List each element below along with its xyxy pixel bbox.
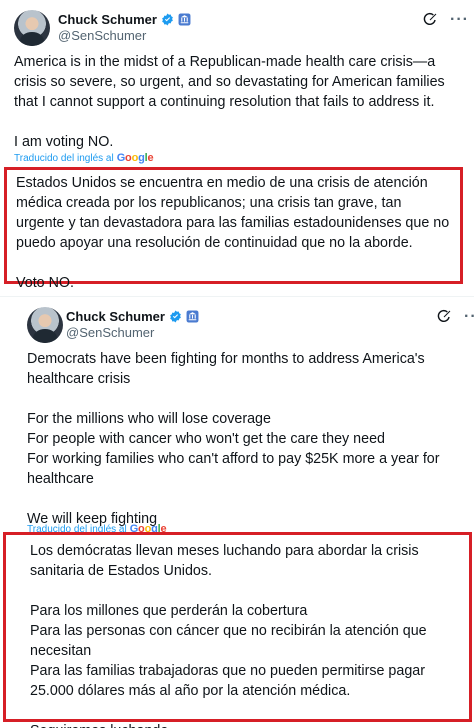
translation-highlight-box: Estados Unidos se encuentra en medio de … [4, 167, 463, 291]
avatar[interactable] [27, 307, 63, 343]
tweet-actions: ··· [436, 309, 474, 325]
grok-icon[interactable] [436, 309, 452, 325]
author-name[interactable]: Chuck Schumer [66, 309, 165, 324]
government-badge-icon [186, 310, 199, 323]
author-name[interactable]: Chuck Schumer [58, 12, 157, 27]
government-badge-icon [178, 13, 191, 26]
verified-badge-icon [170, 310, 181, 323]
tweet-text: Democrats have been fighting for months … [27, 351, 440, 527]
google-logo: Google [116, 152, 154, 164]
tweet-actions: ··· [422, 12, 469, 28]
more-options-icon[interactable]: ··· [450, 12, 469, 28]
author-row: Chuck Schumer [66, 309, 199, 324]
grok-icon[interactable] [422, 12, 438, 28]
avatar[interactable] [14, 10, 50, 46]
tweet-1: Chuck Schumer @SenSchumer ··· America is… [0, 0, 474, 291]
translation-text: Los demócratas llevan meses luchando par… [30, 543, 427, 728]
author-handle[interactable]: @SenSchumer [66, 325, 154, 340]
translated-by-label[interactable]: Traducido del inglés al Google [14, 152, 154, 164]
translation-text: Estados Unidos se encuentra en medio de … [16, 175, 450, 291]
translated-label-text: Traducido del inglés al [14, 152, 114, 164]
tweet-text: America is in the midst of a Republican-… [14, 54, 445, 150]
author-row: Chuck Schumer [58, 12, 191, 27]
author-handle[interactable]: @SenSchumer [58, 28, 146, 43]
translation-highlight-box: Los demócratas llevan meses luchando par… [3, 532, 472, 728]
more-options-icon[interactable]: ··· [464, 309, 474, 325]
tweet-2: Chuck Schumer @SenSchumer ··· Democrats … [0, 296, 474, 728]
verified-badge-icon [162, 13, 173, 26]
